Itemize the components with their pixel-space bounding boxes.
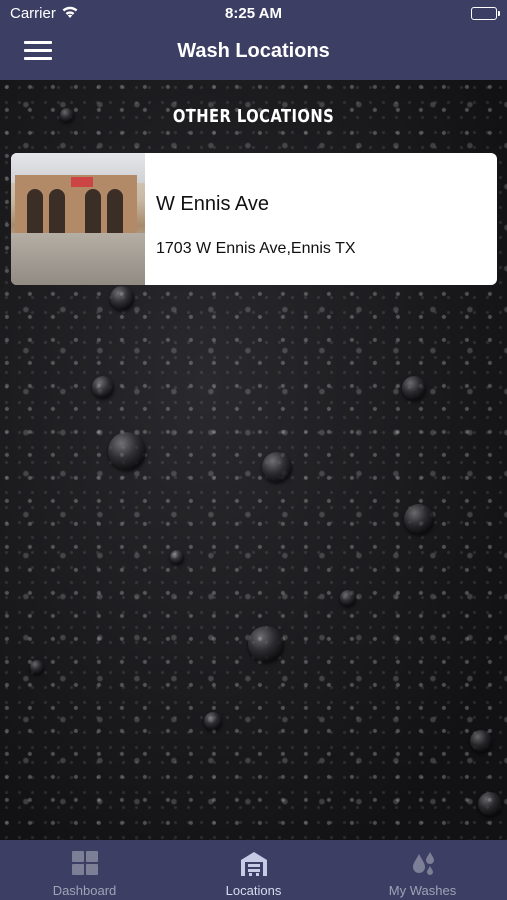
navigation-bar: Wash Locations: [0, 28, 507, 80]
locations-content[interactable]: OTHER LOCATIONS W Ennis Ave 1703 W Ennis…: [0, 80, 507, 840]
section-title: OTHER LOCATIONS: [172, 106, 335, 127]
water-drop-decoration: [30, 660, 44, 674]
battery-icon: [471, 7, 500, 20]
location-photo: [11, 153, 145, 285]
tab-label: My Washes: [388, 883, 457, 898]
tab-label: Locations: [225, 883, 282, 898]
location-address: 1703 W Ennis Ave,Ennis TX: [156, 240, 356, 257]
water-drop-decoration: [478, 792, 502, 816]
location-card[interactable]: W Ennis Ave 1703 W Ennis Ave,Ennis TX: [11, 153, 497, 285]
tab-locations[interactable]: Locations: [169, 840, 338, 900]
tab-label: Dashboard: [52, 883, 117, 898]
water-drop-decoration: [108, 432, 146, 470]
status-bar: Carrier 8:25 AM: [0, 0, 507, 28]
tab-dashboard[interactable]: Dashboard: [0, 840, 169, 900]
tab-my-washes[interactable]: My Washes: [338, 840, 507, 900]
water-drop-decoration: [204, 712, 222, 730]
water-drop-decoration: [92, 376, 114, 398]
dashboard-grid-icon: [70, 850, 100, 878]
water-drop-decoration: [170, 550, 184, 564]
clock: 8:25 AM: [225, 5, 282, 22]
water-drop-decoration: [248, 626, 284, 662]
car-wash-building-icon: [239, 850, 269, 878]
water-drop-decoration: [110, 286, 134, 310]
water-drop-decoration: [470, 730, 492, 752]
location-name: W Ennis Ave: [156, 193, 270, 215]
water-drop-decoration: [340, 590, 356, 606]
water-drop-decoration: [402, 376, 426, 400]
water-drops-icon: [408, 850, 438, 878]
page-title: Wash Locations: [177, 40, 330, 62]
water-drop-decoration: [262, 452, 292, 482]
water-drop-decoration: [404, 504, 434, 534]
tab-bar: Dashboard Locations My Washes: [0, 840, 507, 900]
